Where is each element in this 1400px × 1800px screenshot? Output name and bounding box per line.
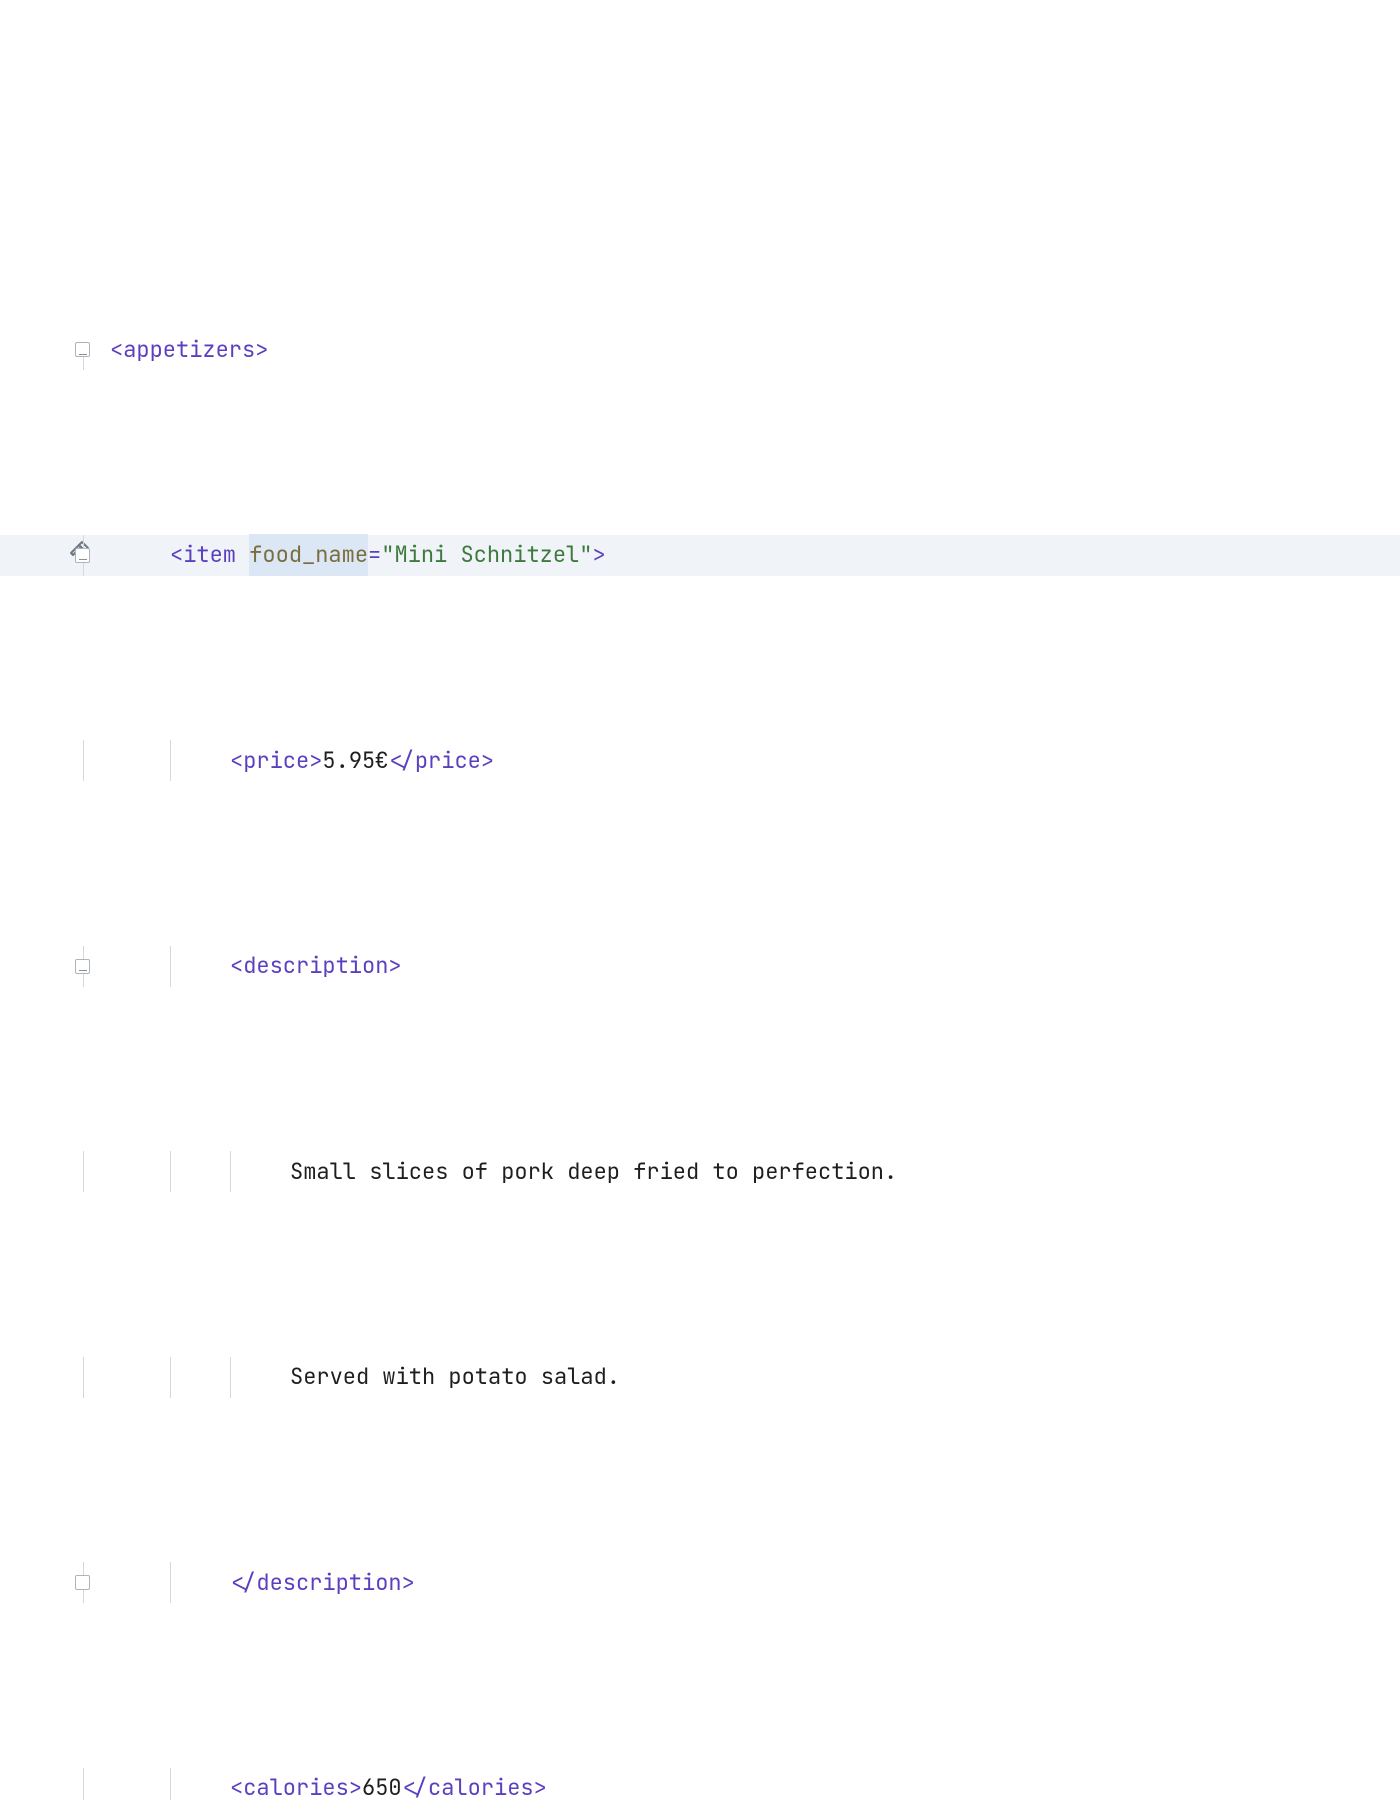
code-content[interactable]: </description> [110, 1562, 415, 1603]
xml-text: 650 [362, 1767, 402, 1800]
fold-end-icon[interactable] [75, 1575, 90, 1590]
code-line[interactable]: Served with potato salad. [0, 1357, 1400, 1398]
code-content[interactable]: <item food_name="Mini Schnitzel"> [110, 535, 606, 576]
xml-string: "Mini Schnitzel" [381, 534, 592, 575]
xml-text: Served with potato salad. [290, 1356, 620, 1397]
build-gutter-icon[interactable] [0, 535, 55, 576]
fold-gutter[interactable] [55, 1768, 110, 1800]
xml-tag: calories [428, 1767, 534, 1800]
xml-attr-highlighted: food_name [249, 534, 368, 575]
xml-bracket: > [592, 534, 605, 575]
xml-text: Small slices of pork deep fried to perfe… [290, 1151, 897, 1192]
xml-tag: calories [243, 1767, 349, 1800]
code-line[interactable]: </description> [0, 1562, 1400, 1603]
code-line[interactable]: <appetizers> [0, 329, 1400, 370]
xml-tag: description [243, 945, 388, 986]
gutter-cell [0, 1562, 55, 1603]
code-content[interactable]: <description> [110, 946, 402, 987]
xml-tag: price [243, 740, 309, 781]
gutter-cell [0, 1151, 55, 1192]
fold-gutter[interactable] [55, 1151, 110, 1192]
code-editor[interactable]: <appetizers> <item food_name="Mini Schni… [0, 165, 1400, 1800]
fold-gutter[interactable] [55, 946, 110, 987]
code-line[interactable]: <price>5.95€</price> [0, 740, 1400, 781]
xml-bracket: < [170, 534, 183, 575]
code-content[interactable]: <appetizers> [110, 329, 268, 370]
fold-gutter[interactable] [55, 740, 110, 781]
xml-text: 5.95€ [322, 740, 388, 781]
code-content[interactable]: Small slices of pork deep fried to perfe… [110, 1151, 897, 1192]
gutter-cell [0, 946, 55, 987]
code-content[interactable]: <calories>650</calories> [110, 1768, 547, 1800]
fold-toggle-icon[interactable] [75, 548, 90, 563]
fold-gutter[interactable] [55, 535, 110, 576]
xml-tag: price [415, 740, 481, 781]
xml-tag: item [183, 534, 236, 575]
code-line-active[interactable]: <item food_name="Mini Schnitzel"> [0, 535, 1400, 576]
xml-bracket: < [110, 329, 123, 370]
xml-tag: description [256, 1562, 401, 1603]
gutter-cell [0, 1768, 55, 1800]
fold-gutter[interactable] [55, 1562, 110, 1603]
gutter-cell [0, 740, 55, 781]
code-line[interactable]: Small slices of pork deep fried to perfe… [0, 1151, 1400, 1192]
fold-toggle-icon[interactable] [75, 959, 90, 974]
xml-eq: = [368, 534, 381, 575]
fold-toggle-icon[interactable] [75, 342, 90, 357]
gutter-cell [0, 1357, 55, 1398]
code-content[interactable]: Served with potato salad. [110, 1357, 620, 1398]
xml-bracket: > [255, 329, 268, 370]
fold-gutter[interactable] [55, 1357, 110, 1398]
fold-gutter[interactable] [55, 329, 110, 370]
gutter-cell [0, 329, 55, 370]
code-line[interactable]: <calories>650</calories> [0, 1768, 1400, 1800]
code-line[interactable]: <description> [0, 946, 1400, 987]
code-content[interactable]: <price>5.95€</price> [110, 740, 494, 781]
xml-tag: appetizers [123, 329, 255, 370]
